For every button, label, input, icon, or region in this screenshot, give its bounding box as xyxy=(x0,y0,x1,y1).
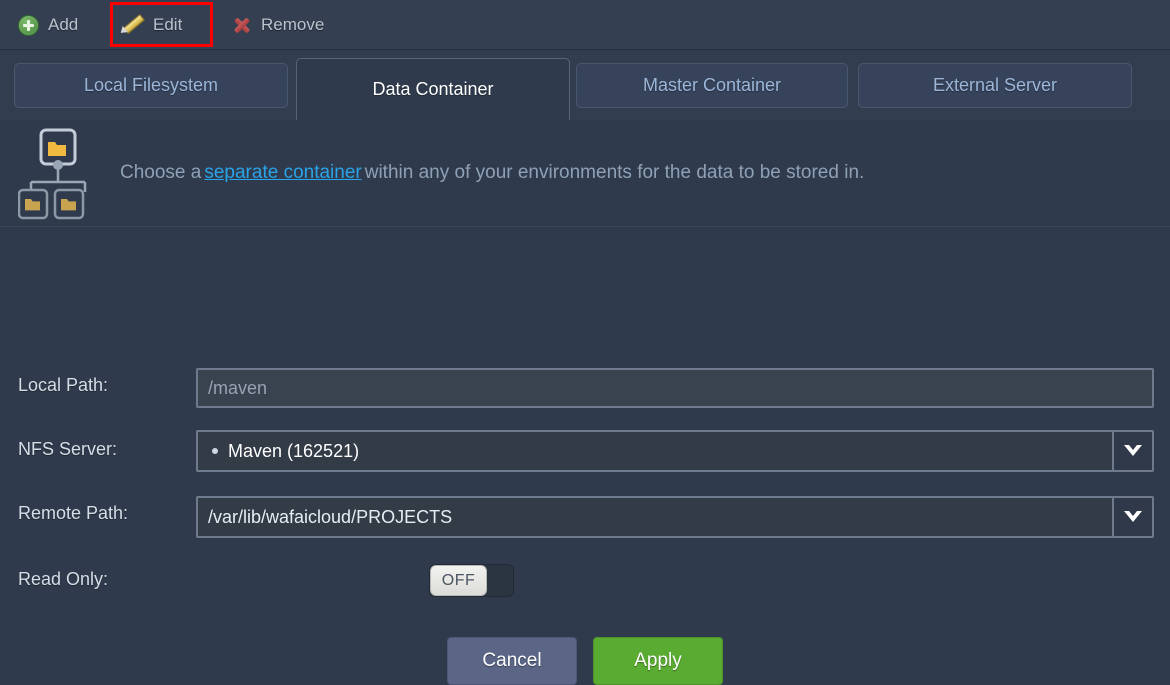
nfs-server-value-wrap: Maven (162521) xyxy=(198,441,359,462)
tab-external-server-label: External Server xyxy=(932,75,1058,95)
remove-button-label: Remove xyxy=(261,15,325,34)
toolbar: Add Edit Remove xyxy=(0,0,1170,50)
remote-path-select[interactable]: /var/lib/wafaicloud/PROJECTS xyxy=(196,496,1154,538)
tab-panel-data-container: Choose a separate container within any o… xyxy=(0,120,1170,685)
local-path-input[interactable]: /maven xyxy=(196,368,1154,408)
add-button[interactable]: Add xyxy=(12,8,84,42)
tab-bar: Local Filesystem Data Container Master C… xyxy=(0,51,1170,120)
tab-local-filesystem-label: Local Filesystem xyxy=(83,75,219,95)
edit-button-label: Edit xyxy=(153,15,183,34)
container-tree-icon xyxy=(18,128,87,220)
tab-data-container[interactable]: Data Container xyxy=(296,58,570,120)
info-banner-text-before: Choose a xyxy=(120,162,202,183)
nfs-server-dropdown-arrow[interactable] xyxy=(1112,432,1152,470)
pencil-icon xyxy=(124,15,144,35)
remote-path-value: /var/lib/wafaicloud/PROJECTS xyxy=(208,506,453,527)
tab-data-container-label: Data Container xyxy=(372,79,494,99)
cross-icon xyxy=(232,15,252,35)
apply-button[interactable]: Apply xyxy=(593,637,723,685)
read-only-toggle[interactable]: OFF xyxy=(429,564,514,597)
remote-path-dropdown-arrow[interactable] xyxy=(1112,498,1152,536)
tab-external-server[interactable]: External Server xyxy=(858,63,1132,108)
plus-circle-icon xyxy=(18,14,39,36)
separate-container-link[interactable]: separate container xyxy=(204,162,361,184)
tab-master-container[interactable]: Master Container xyxy=(576,63,848,108)
nfs-server-value: Maven (162521) xyxy=(228,440,360,461)
chevron-down-icon xyxy=(1124,511,1142,522)
nfs-server-label: NFS Server: xyxy=(18,439,118,459)
local-path-label: Local Path: xyxy=(18,375,109,395)
chevron-down-icon xyxy=(1124,445,1142,456)
bullet-icon xyxy=(212,448,218,454)
remove-button[interactable]: Remove xyxy=(226,8,330,42)
read-only-label: Read Only: xyxy=(18,569,109,589)
nfs-server-select[interactable]: Maven (162521) xyxy=(196,430,1154,472)
cancel-button[interactable]: Cancel xyxy=(447,637,577,685)
tab-local-filesystem[interactable]: Local Filesystem xyxy=(14,63,288,108)
info-banner-text: Choose a separate container within any o… xyxy=(120,120,864,226)
tab-master-container-label: Master Container xyxy=(642,75,782,95)
info-banner: Choose a separate container within any o… xyxy=(0,120,1170,227)
add-button-label: Add xyxy=(48,15,79,34)
local-path-value: /maven xyxy=(208,377,268,398)
info-banner-text-after: within any of your environments for the … xyxy=(364,162,865,183)
edit-button[interactable]: Edit xyxy=(118,8,188,42)
read-only-toggle-state: OFF xyxy=(430,565,487,596)
remote-path-label: Remote Path: xyxy=(18,503,129,523)
